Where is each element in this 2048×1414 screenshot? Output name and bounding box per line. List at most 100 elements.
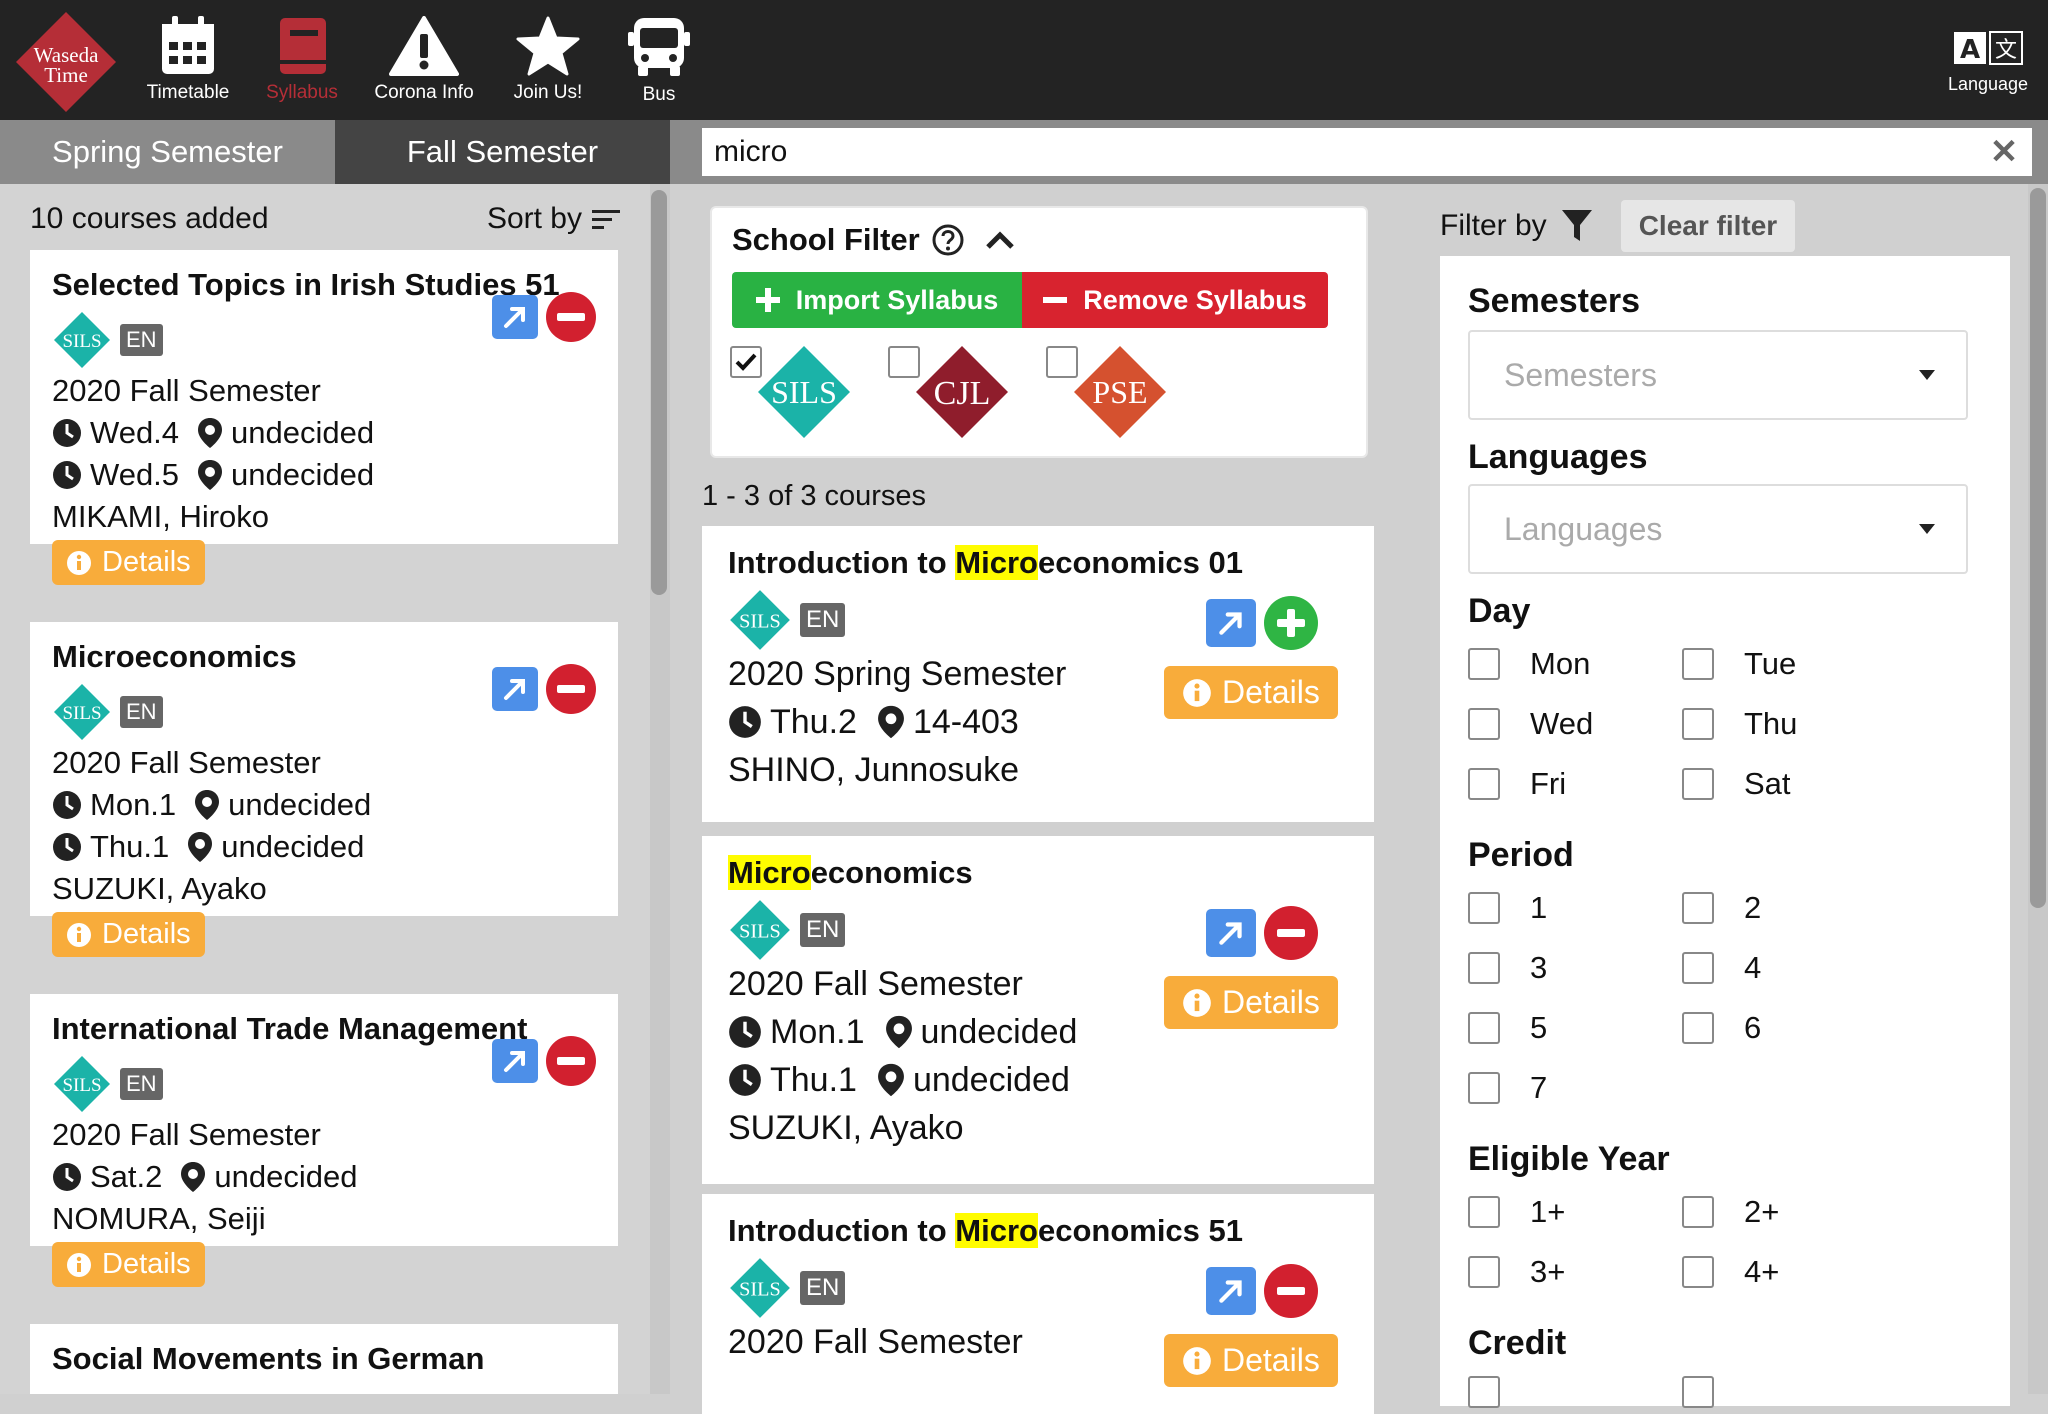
open-syllabus-link-button[interactable] — [492, 295, 538, 339]
remove-course-button[interactable] — [1264, 1264, 1318, 1318]
result-course-card: Introduction to Microeconomics 51 SILS E… — [702, 1194, 1374, 1414]
course-slot: Wed.5 undecided — [52, 454, 596, 496]
details-button[interactable]: Details — [1164, 976, 1338, 1029]
remove-course-button[interactable] — [1264, 906, 1318, 960]
added-course-card: International Trade Management SILS EN 2… — [30, 994, 618, 1287]
scrollbar-thumb[interactable] — [651, 190, 667, 595]
day-option-fri[interactable]: Fri — [1468, 766, 1566, 802]
year-option-1plus[interactable]: 1+ — [1468, 1194, 1565, 1230]
year-option-3plus[interactable]: 3+ — [1468, 1254, 1565, 1290]
external-link-icon — [504, 679, 525, 700]
help-icon[interactable] — [932, 224, 964, 256]
clear-search-icon[interactable]: ✕ — [1984, 132, 2024, 172]
nav-join-us[interactable]: Join Us! — [493, 16, 603, 116]
languages-select[interactable]: Languages — [1468, 484, 1968, 574]
nav-corona-label: Corona Info — [374, 82, 474, 103]
day-option-wed[interactable]: Wed — [1468, 706, 1593, 742]
school-filter-header[interactable]: School Filter — [732, 222, 1016, 258]
chevron-up-icon[interactable] — [984, 229, 1016, 251]
clock-icon — [53, 461, 81, 489]
open-syllabus-link-button[interactable] — [492, 1039, 538, 1083]
semesters-placeholder: Semesters — [1504, 356, 1657, 393]
tab-spring-semester[interactable]: Spring Semester — [0, 120, 335, 184]
tab-fall-semester[interactable]: Fall Semester — [335, 120, 670, 184]
details-button[interactable]: Details — [52, 540, 205, 585]
remove-course-button[interactable] — [546, 1036, 596, 1086]
search-highlight: Micro — [955, 1213, 1038, 1248]
period-option-4[interactable]: 4 — [1682, 950, 1761, 986]
search-input[interactable] — [702, 128, 2032, 176]
clear-filter-button[interactable]: Clear filter — [1620, 200, 1796, 252]
caret-down-icon — [1919, 370, 1935, 380]
nav-syllabus[interactable]: Syllabus — [247, 16, 357, 116]
period-option-3[interactable]: 3 — [1468, 950, 1547, 986]
credit-option[interactable] — [1468, 1376, 1500, 1408]
course-slot: Wed.4 undecided — [52, 412, 596, 454]
period-option-6[interactable]: 6 — [1682, 1010, 1761, 1046]
language-switcher[interactable]: A 文 Language — [1940, 30, 2036, 95]
day-option-mon[interactable]: Mon — [1468, 646, 1590, 682]
day-option-thu[interactable]: Thu — [1682, 706, 1797, 742]
sort-by-label: Sort by — [486, 202, 582, 235]
warning-icon — [389, 16, 459, 76]
day-label: Day — [1468, 592, 1531, 630]
clock-icon — [53, 1163, 81, 1191]
open-syllabus-link-button[interactable] — [1206, 909, 1256, 957]
added-course-card: Selected Topics in Irish Studies 51 SILS… — [30, 250, 618, 585]
open-syllabus-link-button[interactable] — [492, 667, 538, 711]
scrollbar-thumb[interactable] — [2030, 188, 2046, 908]
period-option-5[interactable]: 5 — [1468, 1010, 1547, 1046]
nav-join-label: Join Us! — [513, 82, 583, 103]
waseda-time-logo[interactable]: Waseda Time — [14, 10, 118, 114]
day-option-tue[interactable]: Tue — [1682, 646, 1796, 682]
remove-course-button[interactable] — [546, 292, 596, 342]
details-button[interactable]: Details — [1164, 1334, 1338, 1387]
semesters-select[interactable]: Semesters — [1468, 330, 1968, 420]
language-badge: EN — [800, 603, 846, 637]
year-option-2plus[interactable]: 2+ — [1682, 1194, 1779, 1230]
right-scrollbar[interactable] — [2028, 184, 2048, 1394]
period-option-7[interactable]: 7 — [1468, 1070, 1547, 1106]
search-bar: ✕ — [670, 120, 2048, 184]
sils-school-icon[interactable]: SILS — [754, 342, 854, 442]
details-button[interactable]: Details — [52, 912, 205, 957]
cjl-school-icon[interactable]: CJL — [912, 342, 1012, 442]
course-slot: Mon.1 undecided — [52, 784, 596, 826]
open-syllabus-link-button[interactable] — [1206, 1267, 1256, 1315]
sils-school-icon: SILS — [730, 590, 790, 650]
period-option-1[interactable]: 1 — [1468, 890, 1547, 926]
language-badge: EN — [800, 913, 846, 947]
details-button[interactable]: Details — [1164, 666, 1338, 719]
year-option-4plus[interactable]: 4+ — [1682, 1254, 1779, 1290]
period-option-2[interactable]: 2 — [1682, 890, 1761, 926]
remove-course-button[interactable] — [546, 664, 596, 714]
left-scrollbar[interactable] — [650, 184, 670, 1394]
course-slot: Thu.1 undecided — [52, 826, 596, 868]
star-icon — [516, 16, 580, 76]
period-label: Period — [1468, 836, 1574, 874]
svg-text:SILS: SILS — [771, 374, 837, 410]
nav-timetable[interactable]: Timetable — [133, 16, 243, 116]
sort-by-button[interactable]: Sort by — [487, 202, 620, 236]
languages-placeholder: Languages — [1504, 510, 1663, 547]
language-badge: EN — [120, 1068, 163, 1100]
added-count: 10 courses added — [30, 202, 269, 235]
nav-bus[interactable]: Bus — [604, 16, 714, 116]
calendar-icon — [162, 16, 214, 74]
add-course-button[interactable] — [1264, 596, 1318, 650]
remove-syllabus-button[interactable]: Remove Syllabus — [1022, 272, 1328, 328]
sils-school-icon: SILS — [54, 312, 110, 368]
nav-corona-info[interactable]: Corona Info — [369, 16, 479, 116]
open-syllabus-link-button[interactable] — [1206, 599, 1256, 647]
location-pin-icon — [181, 1162, 206, 1192]
sils-school-icon: SILS — [730, 900, 790, 960]
location-pin-icon — [198, 460, 223, 490]
course-instructor: SUZUKI, Ayako — [728, 1109, 964, 1147]
clock-icon — [53, 833, 81, 861]
minus-icon — [557, 313, 585, 321]
pse-school-icon[interactable]: PSE — [1070, 342, 1170, 442]
day-option-sat[interactable]: Sat — [1682, 766, 1791, 802]
details-button[interactable]: Details — [52, 1242, 205, 1287]
import-syllabus-button[interactable]: Import Syllabus — [732, 272, 1022, 328]
credit-option[interactable] — [1682, 1376, 1714, 1408]
